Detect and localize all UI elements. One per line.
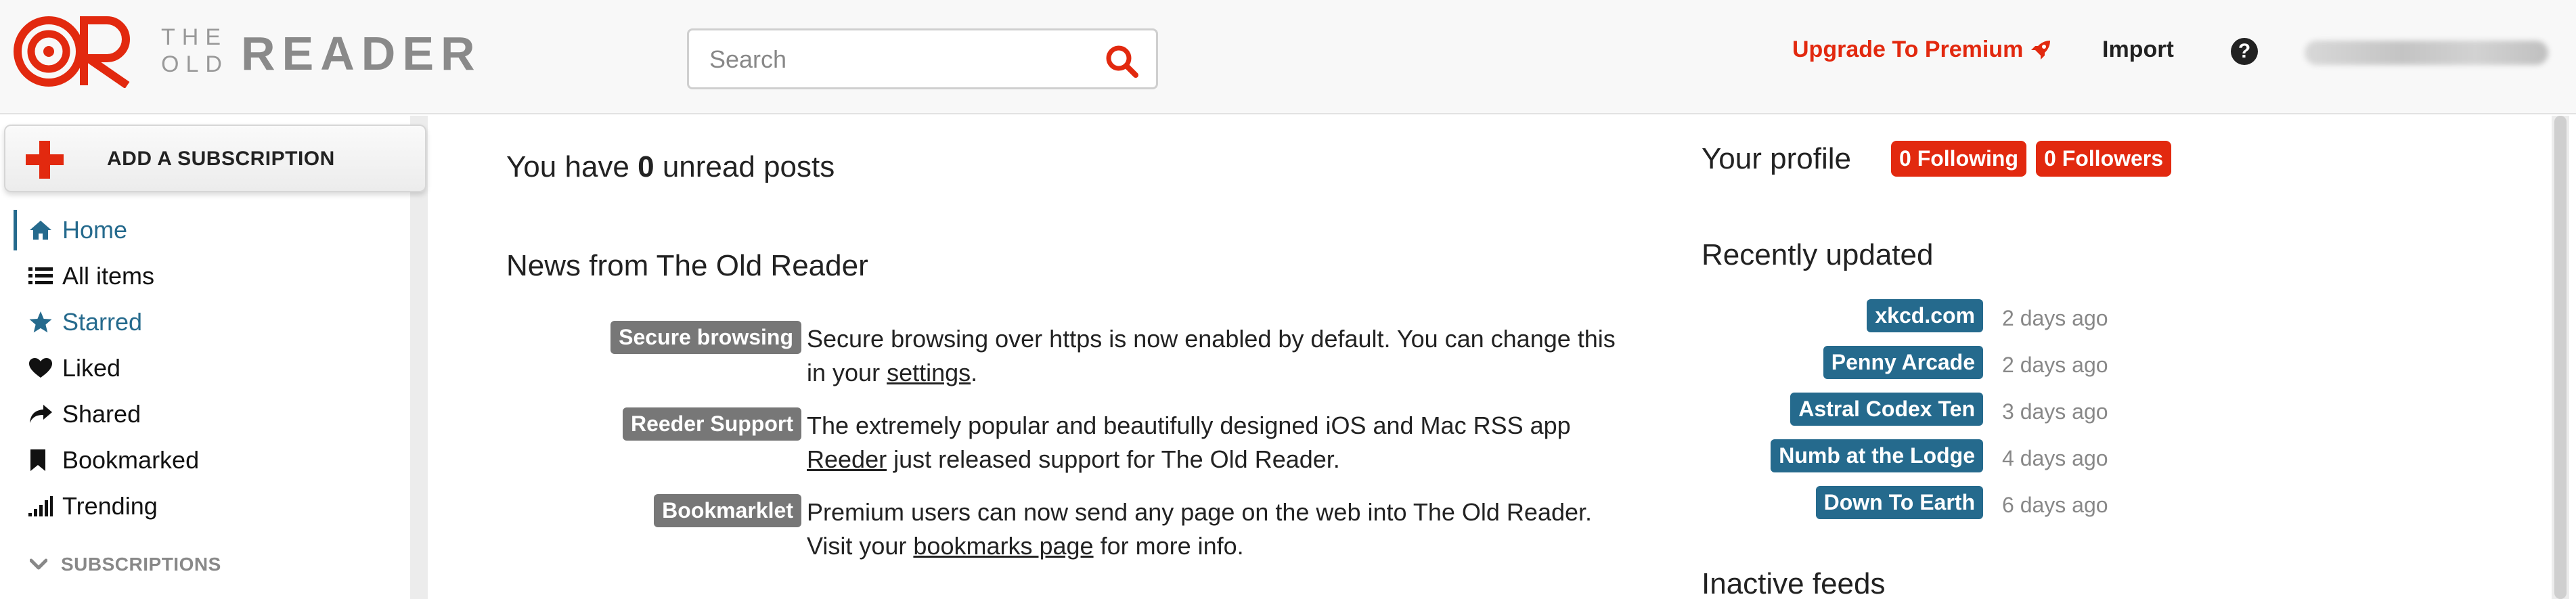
sidebar-item-label: Trending [62, 492, 158, 520]
upgrade-label: Upgrade To Premium [1792, 37, 2024, 62]
logo-wordmark: THE OLD READER [161, 21, 513, 82]
chevron-down-icon [30, 558, 47, 570]
add-subscription-label: ADD A SUBSCRIPTION [107, 148, 335, 170]
scrollbar-thumb[interactable] [2554, 116, 2567, 599]
unread-suffix: unread posts [654, 150, 835, 183]
news-text-after: just released support for The Old Reader… [887, 445, 1340, 473]
sidebar-item-label: Starred [62, 308, 143, 336]
list-icon [28, 263, 58, 290]
news-list: Secure browsing Secure browsing over htt… [582, 318, 1616, 578]
list-item: Down To Earth 6 days ago [1702, 485, 2243, 531]
feed-badge[interactable]: xkcd.com [1867, 299, 1983, 332]
news-text-before: The extremely popular and beautifully de… [807, 412, 1571, 439]
user-menu[interactable] [2305, 41, 2548, 65]
following-badge[interactable]: 0 Following [1891, 141, 2026, 177]
bookmark-icon [28, 447, 58, 474]
sidebar-item-home[interactable]: Home [14, 207, 393, 253]
plus-icon [26, 141, 64, 179]
recently-updated-heading: Recently updated [1702, 238, 1934, 271]
subscriptions-label: SUBSCRIPTIONS [61, 554, 221, 575]
feed-time: 2 days ago [2002, 353, 2108, 377]
feed-badge[interactable]: Astral Codex Ten [1790, 393, 1983, 426]
unread-summary: You have 0 unread posts [506, 150, 835, 184]
search-icon[interactable] [1103, 43, 1141, 81]
news-text-after: for more info. [1093, 532, 1244, 560]
upgrade-premium-link[interactable]: Upgrade To Premium [1792, 37, 2051, 63]
inactive-feeds-heading: Inactive feeds [1702, 567, 1886, 599]
list-item: Penny Arcade 2 days ago [1702, 345, 2243, 391]
sidebar-item-trending[interactable]: Trending [14, 483, 393, 529]
news-item: Reeder Support The extremely popular and… [582, 405, 1611, 491]
star-icon [28, 309, 58, 336]
help-icon[interactable]: ? [2231, 38, 2258, 65]
settings-link[interactable]: settings [887, 359, 971, 386]
news-heading: News from The Old Reader [506, 249, 868, 282]
signal-icon [28, 493, 58, 520]
sidebar-item-bookmarked[interactable]: Bookmarked [14, 437, 393, 483]
sidebar-item-all-items[interactable]: All items [14, 253, 393, 299]
news-item: Secure browsing Secure browsing over htt… [582, 318, 1616, 405]
logo-reader: READER [241, 27, 482, 80]
feed-time: 4 days ago [2002, 446, 2108, 470]
subscriptions-toggle[interactable]: SUBSCRIPTIONS [30, 554, 221, 575]
logo-old: OLD [161, 51, 229, 77]
import-link[interactable]: Import [2102, 37, 2174, 63]
feed-badge[interactable]: Penny Arcade [1823, 346, 1983, 379]
news-text-after: . [971, 359, 978, 386]
home-icon [28, 217, 58, 244]
sidebar-nav: Home All items Starred Liked Shared Book… [14, 207, 393, 529]
news-text: Secure browsing over https is now enable… [807, 322, 1619, 390]
add-subscription-button[interactable]: ADD A SUBSCRIPTION [4, 125, 426, 192]
unread-count: 0 [638, 150, 654, 183]
top-navbar: THE OLD READER Upgrade To Premium Import… [0, 0, 2576, 114]
sidebar-item-starred[interactable]: Starred [14, 299, 393, 345]
list-item: xkcd.com 2 days ago [1702, 298, 2243, 345]
logo-the: THE [161, 24, 227, 50]
search-input[interactable] [709, 43, 1088, 76]
profile-heading: Your profile [1702, 142, 1851, 175]
sidebar-item-label: Home [62, 216, 128, 244]
bookmarks-page-link[interactable]: bookmarks page [913, 532, 1093, 560]
feed-time: 3 days ago [2002, 399, 2108, 424]
logo-mark-icon [14, 16, 130, 88]
main-scrollbar[interactable] [2552, 116, 2569, 599]
feed-time: 2 days ago [2002, 306, 2108, 330]
sidebar-item-label: All items [62, 262, 155, 290]
list-item: Astral Codex Ten 3 days ago [1702, 391, 2243, 438]
news-item: Bookmarklet Premium users can now send a… [582, 491, 1611, 578]
reeder-link[interactable]: Reeder [807, 445, 887, 473]
rocket-icon [2031, 40, 2051, 60]
news-text: The extremely popular and beautifully de… [807, 409, 1619, 476]
feed-badge[interactable]: Numb at the Lodge [1771, 439, 1983, 472]
sidebar-item-label: Shared [62, 400, 141, 428]
app-logo[interactable]: THE OLD READER [12, 15, 513, 88]
share-icon [28, 401, 58, 428]
sidebar-item-shared[interactable]: Shared [14, 391, 393, 437]
recently-updated-list: xkcd.com 2 days ago Penny Arcade 2 days … [1702, 298, 2243, 531]
feed-time: 6 days ago [2002, 493, 2108, 517]
heart-icon [28, 355, 58, 382]
news-text: Premium users can now send any page on t… [807, 495, 1619, 563]
list-item: Numb at the Lodge 4 days ago [1702, 438, 2243, 485]
sidebar-item-label: Liked [62, 354, 121, 382]
news-badge: Secure browsing [610, 321, 801, 354]
feed-badge[interactable]: Down To Earth [1815, 486, 1983, 519]
unread-prefix: You have [506, 150, 638, 183]
news-badge: Reeder Support [622, 407, 801, 441]
sidebar-item-label: Bookmarked [62, 446, 200, 474]
followers-badge[interactable]: 0 Followers [2036, 141, 2172, 177]
search-box [687, 28, 1158, 89]
sidebar-item-liked[interactable]: Liked [14, 345, 393, 391]
news-badge: Bookmarklet [654, 494, 801, 527]
